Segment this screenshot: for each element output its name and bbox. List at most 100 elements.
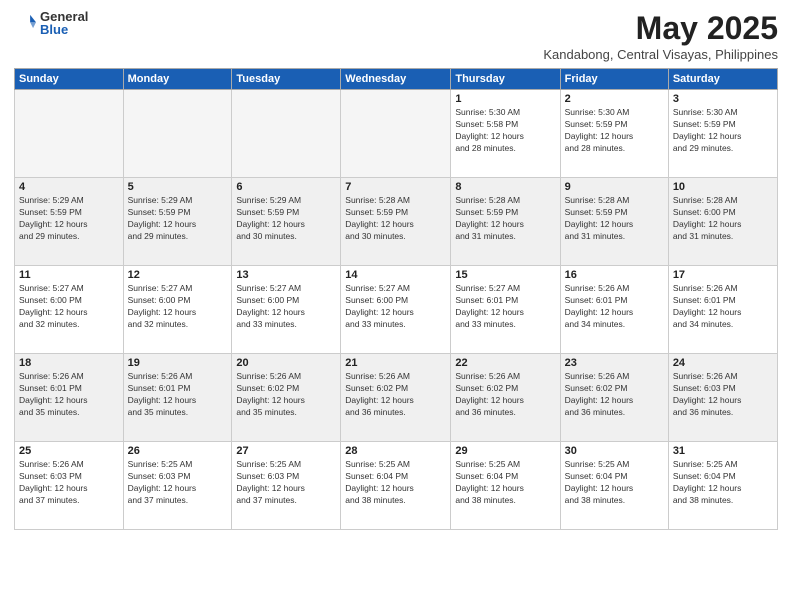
day-number: 6 <box>236 181 336 193</box>
day-info: Sunrise: 5:25 AM Sunset: 6:04 PM Dayligh… <box>673 459 773 507</box>
day-number: 25 <box>19 445 119 457</box>
calendar-table: SundayMondayTuesdayWednesdayThursdayFrid… <box>14 68 778 530</box>
calendar-cell: 3 Sunrise: 5:30 AM Sunset: 5:59 PM Daylig… <box>668 90 777 178</box>
calendar-cell: 25 Sunrise: 5:26 AM Sunset: 6:03 PM Dayli… <box>15 442 124 530</box>
day-info: Sunrise: 5:27 AM Sunset: 6:00 PM Dayligh… <box>236 283 336 331</box>
day-number: 26 <box>128 445 228 457</box>
day-number: 7 <box>345 181 446 193</box>
day-number: 22 <box>455 357 555 369</box>
calendar-week-row: 1Sunrise: 5:30 AM Sunset: 5:58 PM Daylig… <box>15 90 778 178</box>
day-number: 13 <box>236 269 336 281</box>
day-info: Sunrise: 5:26 AM Sunset: 6:03 PM Dayligh… <box>19 459 119 507</box>
day-info: Sunrise: 5:28 AM Sunset: 5:59 PM Dayligh… <box>455 195 555 243</box>
day-number: 2 <box>565 93 664 105</box>
calendar-cell: 19Sunrise: 5:26 AM Sunset: 6:01 PM Dayli… <box>123 354 232 442</box>
calendar-cell: 18Sunrise: 5:26 AM Sunset: 6:01 PM Dayli… <box>15 354 124 442</box>
calendar-cell: 27 Sunrise: 5:25 AM Sunset: 6:03 PM Dayli… <box>232 442 341 530</box>
logo: General Blue <box>14 10 88 36</box>
calendar-cell: 9 Sunrise: 5:28 AM Sunset: 5:59 PM Daylig… <box>560 178 668 266</box>
page: General Blue May 2025 Kandabong, Central… <box>0 0 792 612</box>
calendar-cell: 8 Sunrise: 5:28 AM Sunset: 5:59 PM Daylig… <box>451 178 560 266</box>
logo-blue-text: Blue <box>40 23 88 36</box>
day-info: Sunrise: 5:27 AM Sunset: 6:00 PM Dayligh… <box>128 283 228 331</box>
day-number: 30 <box>565 445 664 457</box>
day-info: Sunrise: 5:30 AM Sunset: 5:59 PM Dayligh… <box>673 107 773 155</box>
day-info: Sunrise: 5:25 AM Sunset: 6:04 PM Dayligh… <box>565 459 664 507</box>
calendar-cell: 1Sunrise: 5:30 AM Sunset: 5:58 PM Daylig… <box>451 90 560 178</box>
calendar-cell: 12 Sunrise: 5:27 AM Sunset: 6:00 PM Dayli… <box>123 266 232 354</box>
header: General Blue May 2025 Kandabong, Central… <box>14 10 778 62</box>
calendar-cell: 13 Sunrise: 5:27 AM Sunset: 6:00 PM Dayli… <box>232 266 341 354</box>
day-number: 3 <box>673 93 773 105</box>
calendar-cell: 4Sunrise: 5:29 AM Sunset: 5:59 PM Daylig… <box>15 178 124 266</box>
calendar-week-row: 11 Sunrise: 5:27 AM Sunset: 6:00 PM Dayli… <box>15 266 778 354</box>
day-number: 17 <box>673 269 773 281</box>
day-number: 24 <box>673 357 773 369</box>
day-info: Sunrise: 5:25 AM Sunset: 6:03 PM Dayligh… <box>128 459 228 507</box>
day-number: 27 <box>236 445 336 457</box>
day-info: Sunrise: 5:28 AM Sunset: 6:00 PM Dayligh… <box>673 195 773 243</box>
calendar-cell: 29 Sunrise: 5:25 AM Sunset: 6:04 PM Dayli… <box>451 442 560 530</box>
calendar-week-row: 4Sunrise: 5:29 AM Sunset: 5:59 PM Daylig… <box>15 178 778 266</box>
day-info: Sunrise: 5:25 AM Sunset: 6:04 PM Dayligh… <box>455 459 555 507</box>
day-info: Sunrise: 5:28 AM Sunset: 5:59 PM Dayligh… <box>565 195 664 243</box>
calendar-cell: 15 Sunrise: 5:27 AM Sunset: 6:01 PM Dayli… <box>451 266 560 354</box>
calendar-cell: 21 Sunrise: 5:26 AM Sunset: 6:02 PM Dayli… <box>341 354 451 442</box>
day-number: 29 <box>455 445 555 457</box>
day-info: Sunrise: 5:27 AM Sunset: 6:01 PM Dayligh… <box>455 283 555 331</box>
day-number: 21 <box>345 357 446 369</box>
day-number: 12 <box>128 269 228 281</box>
day-info: Sunrise: 5:26 AM Sunset: 6:02 PM Dayligh… <box>455 371 555 419</box>
day-info: Sunrise: 5:25 AM Sunset: 6:04 PM Dayligh… <box>345 459 446 507</box>
calendar-header-thursday: Thursday <box>451 69 560 90</box>
calendar-cell: 14 Sunrise: 5:27 AM Sunset: 6:00 PM Dayli… <box>341 266 451 354</box>
calendar-header-friday: Friday <box>560 69 668 90</box>
day-number: 16 <box>565 269 664 281</box>
title-location: Kandabong, Central Visayas, Philippines <box>543 47 778 62</box>
day-info: Sunrise: 5:26 AM Sunset: 6:02 PM Dayligh… <box>565 371 664 419</box>
calendar-week-row: 18 Sunrise: 5:26 AM Sunset: 6:01 PM Dayli… <box>15 354 778 442</box>
day-info: Sunrise: 5:26 AM Sunset: 6:01 PM Dayligh… <box>673 283 773 331</box>
calendar-cell <box>232 90 341 178</box>
calendar-cell: 26 Sunrise: 5:25 AM Sunset: 6:03 PM Dayli… <box>123 442 232 530</box>
day-number: 9 <box>565 181 664 193</box>
calendar-header-wednesday: Wednesday <box>341 69 451 90</box>
day-number: 18 <box>19 357 119 369</box>
calendar-cell: 20Sunrise: 5:26 AM Sunset: 6:02 PM Dayli… <box>232 354 341 442</box>
day-number: 11 <box>19 269 119 281</box>
day-info: Sunrise: 5:27 AM Sunset: 6:00 PM Dayligh… <box>19 283 119 331</box>
day-info: Sunrise: 5:26 AM Sunset: 6:01 PM Dayligh… <box>128 371 228 419</box>
day-number: 10 <box>673 181 773 193</box>
title-block: May 2025 Kandabong, Central Visayas, Phi… <box>543 10 778 62</box>
calendar-cell: 2 Sunrise: 5:30 AM Sunset: 5:59 PM Daylig… <box>560 90 668 178</box>
day-number: 15 <box>455 269 555 281</box>
calendar-header-saturday: Saturday <box>668 69 777 90</box>
day-number: 8 <box>455 181 555 193</box>
calendar-cell: 5 Sunrise: 5:29 AM Sunset: 5:59 PM Daylig… <box>123 178 232 266</box>
calendar-week-row: 25 Sunrise: 5:26 AM Sunset: 6:03 PM Dayli… <box>15 442 778 530</box>
day-number: 14 <box>345 269 446 281</box>
day-info: Sunrise: 5:29 AM Sunset: 5:59 PM Dayligh… <box>19 195 119 243</box>
day-info: Sunrise: 5:25 AM Sunset: 6:03 PM Dayligh… <box>236 459 336 507</box>
day-info: Sunrise: 5:27 AM Sunset: 6:00 PM Dayligh… <box>345 283 446 331</box>
calendar-cell: 16Sunrise: 5:26 AM Sunset: 6:01 PM Dayli… <box>560 266 668 354</box>
calendar-cell: 30 Sunrise: 5:25 AM Sunset: 6:04 PM Dayli… <box>560 442 668 530</box>
calendar-header-tuesday: Tuesday <box>232 69 341 90</box>
logo-text: General Blue <box>40 10 88 36</box>
day-info: Sunrise: 5:30 AM Sunset: 5:59 PM Dayligh… <box>565 107 664 155</box>
day-number: 28 <box>345 445 446 457</box>
day-info: Sunrise: 5:26 AM Sunset: 6:02 PM Dayligh… <box>345 371 446 419</box>
calendar-header-row: SundayMondayTuesdayWednesdayThursdayFrid… <box>15 69 778 90</box>
day-info: Sunrise: 5:30 AM Sunset: 5:58 PM Dayligh… <box>455 107 555 155</box>
calendar-header-sunday: Sunday <box>15 69 124 90</box>
calendar-cell <box>123 90 232 178</box>
calendar-cell: 22 Sunrise: 5:26 AM Sunset: 6:02 PM Dayli… <box>451 354 560 442</box>
calendar-cell: 23Sunrise: 5:26 AM Sunset: 6:02 PM Dayli… <box>560 354 668 442</box>
logo-icon <box>14 12 36 34</box>
calendar-cell <box>15 90 124 178</box>
calendar-cell: 24Sunrise: 5:26 AM Sunset: 6:03 PM Dayli… <box>668 354 777 442</box>
day-info: Sunrise: 5:26 AM Sunset: 6:02 PM Dayligh… <box>236 371 336 419</box>
calendar-cell: 6Sunrise: 5:29 AM Sunset: 5:59 PM Daylig… <box>232 178 341 266</box>
day-number: 5 <box>128 181 228 193</box>
day-info: Sunrise: 5:29 AM Sunset: 5:59 PM Dayligh… <box>128 195 228 243</box>
